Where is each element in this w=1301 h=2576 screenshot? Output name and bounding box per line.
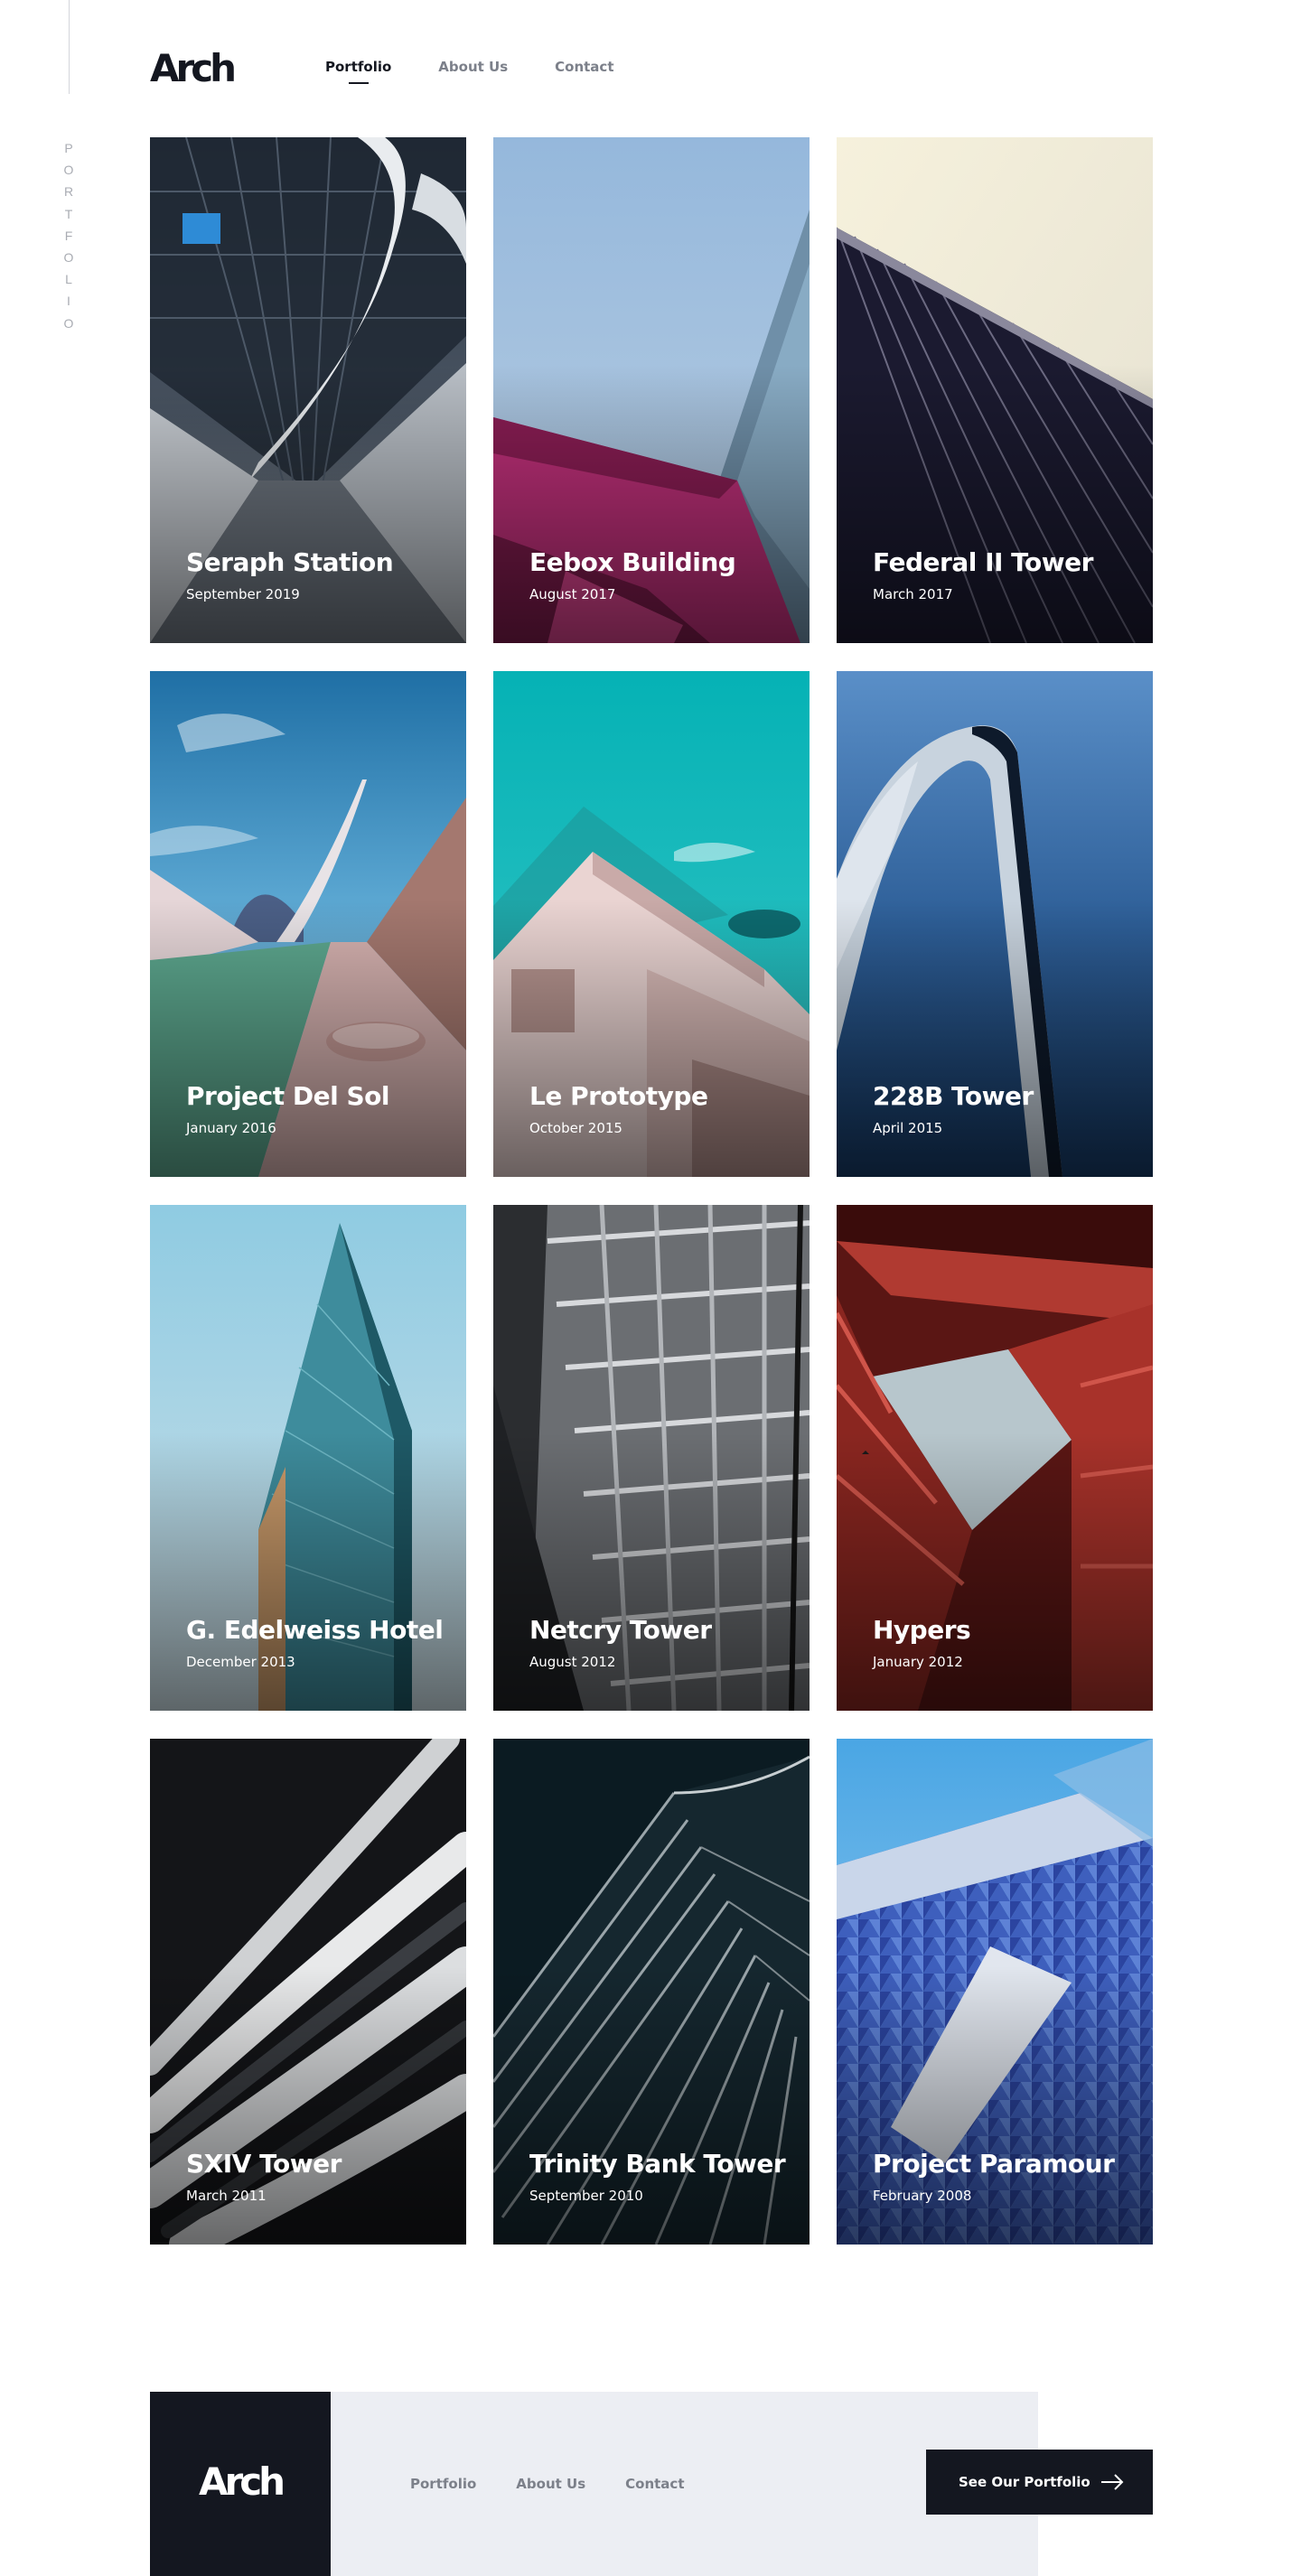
project-date: March 2017 bbox=[873, 586, 953, 602]
project-card-le-prototype[interactable]: Le Prototype October 2015 bbox=[493, 671, 810, 1177]
nav-link-portfolio[interactable]: Portfolio bbox=[325, 58, 391, 76]
footer-link-contact[interactable]: Contact bbox=[625, 2475, 684, 2493]
site-footer: Arch Portfolio About Us Contact See Our … bbox=[150, 2392, 1153, 2576]
project-date: August 2017 bbox=[529, 586, 616, 602]
project-date: February 2008 bbox=[873, 2188, 972, 2204]
project-date: September 2010 bbox=[529, 2188, 643, 2204]
side-label-letter: L bbox=[65, 272, 72, 287]
project-title: Le Prototype bbox=[529, 1081, 708, 1111]
project-card-project-del-sol[interactable]: Project Del Sol January 2016 bbox=[150, 671, 466, 1177]
project-title: Federal II Tower bbox=[873, 547, 1093, 577]
project-title: 228B Tower bbox=[873, 1081, 1034, 1111]
project-date: December 2013 bbox=[186, 1654, 295, 1670]
side-label-letter: R bbox=[63, 184, 74, 200]
side-label-letter: O bbox=[63, 250, 74, 266]
project-date: January 2016 bbox=[186, 1120, 276, 1136]
project-card-federal-ii-tower[interactable]: Federal II Tower March 2017 bbox=[837, 137, 1153, 643]
project-card-sxiv-tower[interactable]: SXIV Tower March 2011 bbox=[150, 1739, 466, 2245]
project-date: January 2012 bbox=[873, 1654, 963, 1670]
project-title: Project Del Sol bbox=[186, 1081, 389, 1111]
footer-link-about-us[interactable]: About Us bbox=[516, 2475, 585, 2493]
nav-link-contact[interactable]: Contact bbox=[555, 58, 613, 76]
side-label-letter: O bbox=[63, 163, 74, 178]
side-divider-line bbox=[69, 0, 70, 94]
footer-logo: Arch bbox=[198, 2459, 285, 2504]
footer-link-portfolio[interactable]: Portfolio bbox=[410, 2475, 476, 2493]
project-card-trinity-bank-tower[interactable]: Trinity Bank Tower September 2010 bbox=[493, 1739, 810, 2245]
side-label-letter: P bbox=[64, 141, 73, 155]
project-title: Eebox Building bbox=[529, 547, 736, 577]
footer-nav: Portfolio About Us Contact bbox=[410, 2475, 685, 2493]
cta-label: See Our Portfolio bbox=[959, 2474, 1090, 2490]
project-title: Netcry Tower bbox=[529, 1615, 712, 1645]
main-nav: Portfolio About Us Contact bbox=[325, 58, 614, 76]
project-card-hypers[interactable]: Hypers January 2012 bbox=[837, 1205, 1153, 1711]
header-logo[interactable]: Arch bbox=[150, 47, 237, 90]
project-card-g-edelweiss-hotel[interactable]: G. Edelweiss Hotel December 2013 bbox=[150, 1205, 466, 1711]
project-date: September 2019 bbox=[186, 586, 300, 602]
project-card-228b-tower[interactable]: 228B Tower April 2015 bbox=[837, 671, 1153, 1177]
project-title: Project Paramour bbox=[873, 2149, 1115, 2179]
project-title: Trinity Bank Tower bbox=[529, 2149, 786, 2179]
side-portfolio-label: P O R T F O L I O bbox=[61, 137, 76, 334]
footer-logo-block[interactable]: Arch bbox=[150, 2392, 331, 2576]
project-title: SXIV Tower bbox=[186, 2149, 342, 2179]
project-date: March 2011 bbox=[186, 2188, 267, 2204]
side-label-letter: T bbox=[64, 206, 73, 221]
side-label-letter: O bbox=[63, 315, 74, 331]
see-our-portfolio-button[interactable]: See Our Portfolio bbox=[926, 2450, 1153, 2515]
project-date: October 2015 bbox=[529, 1120, 622, 1136]
project-title: G. Edelweiss Hotel bbox=[186, 1615, 444, 1645]
portfolio-grid: Seraph Station September 2019 Eebox Buil… bbox=[150, 137, 1153, 2245]
arrow-right-icon bbox=[1101, 2474, 1124, 2490]
project-title: Hypers bbox=[873, 1615, 971, 1645]
nav-link-about-us[interactable]: About Us bbox=[438, 58, 508, 76]
project-title: Seraph Station bbox=[186, 547, 394, 577]
side-label-letter: I bbox=[67, 294, 70, 309]
project-card-seraph-station[interactable]: Seraph Station September 2019 bbox=[150, 137, 466, 643]
project-card-netcry-tower[interactable]: Netcry Tower August 2012 bbox=[493, 1205, 810, 1711]
site-header: Arch Portfolio About Us Contact bbox=[150, 43, 1151, 94]
project-date: August 2012 bbox=[529, 1654, 616, 1670]
project-card-project-paramour[interactable]: Project Paramour February 2008 bbox=[837, 1739, 1153, 2245]
side-label-letter: F bbox=[64, 228, 73, 243]
project-card-eebox-building[interactable]: Eebox Building August 2017 bbox=[493, 137, 810, 643]
project-date: April 2015 bbox=[873, 1120, 943, 1136]
